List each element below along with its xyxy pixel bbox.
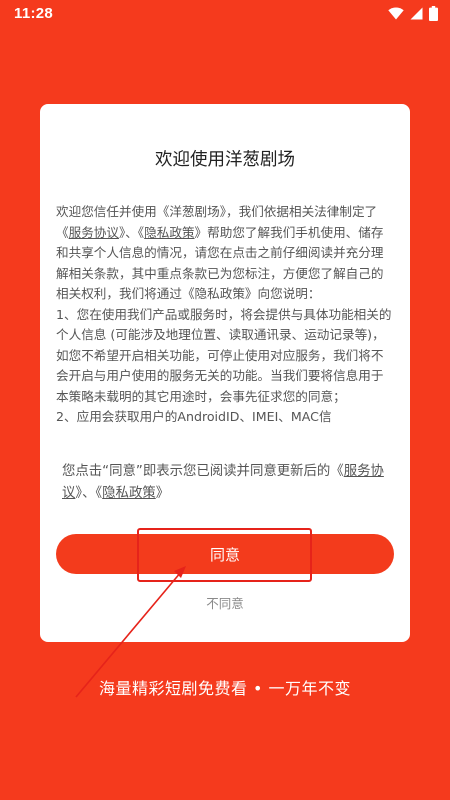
policy-paragraph-3: 2、应用会获取用户的AndroidID、IMEI、MAC信 xyxy=(56,409,332,424)
slogan: 海量精彩短剧免费看 • 一万年不变 xyxy=(98,679,352,698)
privacy-policy-link[interactable]: 隐私政策 xyxy=(144,225,194,240)
signal-icon xyxy=(410,7,423,20)
service-agreement-link[interactable]: 服务协议 xyxy=(69,225,119,240)
privacy-dialog: 欢迎使用洋葱剧场 欢迎您信任并使用《洋葱剧场》，我们依据相关法律制定了《服务协议… xyxy=(40,104,410,642)
wifi-icon xyxy=(388,7,404,20)
policy-paragraph-2: 1、您在使用我们产品或服务时，将会提供与具体功能相关的个人信息 (可能涉及地理位… xyxy=(56,306,392,404)
dialog-title: 欢迎使用洋葱剧场 xyxy=(155,150,295,170)
status-bar: 11:28 xyxy=(0,0,450,26)
status-icons xyxy=(388,5,438,21)
status-time: 11:28 xyxy=(14,4,54,22)
disagree-button[interactable]: 不同意 xyxy=(40,593,410,612)
agree-button[interactable]: 同意 xyxy=(56,534,394,574)
consent-text: 您点击“同意”即表示您已阅读并同意更新后的《服务协议》、《隐私政策》 xyxy=(62,464,384,501)
battery-icon xyxy=(429,5,438,21)
policy-paragraph-1: 欢迎您信任并使用《洋葱剧场》，我们依据相关法律制定了《服务协议》、《隐私政策》帮… xyxy=(56,204,384,301)
consent-privacy-policy-link[interactable]: 隐私政策 xyxy=(102,486,156,501)
